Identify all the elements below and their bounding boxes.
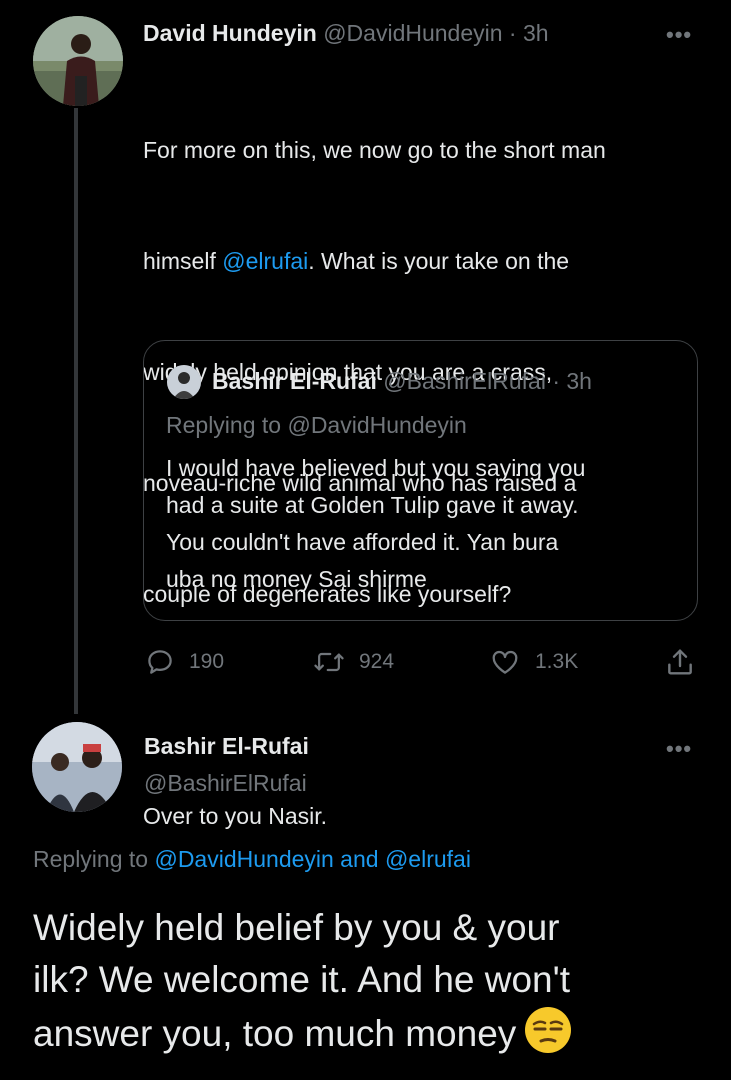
avatar-david-hundeyin[interactable] [33,16,123,106]
tweet2-replying-to: Replying to @DavidHundeyin and @elrufai [33,846,471,872]
tweet1-header: David Hundeyin @DavidHundeyin · 3h [143,20,549,47]
retweet-icon [314,652,344,672]
tweet2-body: Widely held belief by you & your ilk? We… [33,902,723,1060]
quote-author-avatar [167,365,201,399]
tweet1-line: For more on this, we now go to the short… [143,137,606,163]
retweet-count: 924 [359,650,395,673]
quote-body: I would have believed but you saying you… [166,450,686,598]
quote-time: · 3h [552,368,592,394]
mention-davidhundeyin[interactable]: @DavidHundeyin [154,846,333,872]
quote-line: uba no money Sai shirme [166,566,427,592]
share-button[interactable] [664,646,696,678]
quote-replying-to: Replying to @DavidHundeyin [166,412,467,438]
tweet2-line: Widely held belief by you & your [33,907,560,948]
tweet1-author-name[interactable]: David Hundeyin [143,20,317,46]
quote-line: You couldn't have afforded it. Yan bura [166,529,559,555]
share-icon [668,649,692,675]
tweet2-line: ilk? We welcome it. And he won't [33,959,570,1000]
quote-header: Bashir El-Rufai @BashirElRufai · 3h [212,368,592,395]
more-horizontal-icon[interactable]: ••• [666,736,692,761]
like-button[interactable]: 1.3K [489,647,578,677]
retweet-button[interactable]: 924 [313,647,394,677]
avatar-bashir-el-rufai[interactable] [32,722,122,812]
reply-button[interactable]: 190 [145,647,224,677]
thread-line [74,108,78,714]
tweet1-line: Over to you Nasir. [143,803,328,829]
tweet1-handle[interactable]: @DavidHundeyin [323,20,502,46]
heart-icon [492,650,518,674]
tweet1-more-button[interactable]: ••• [666,22,692,48]
like-count: 1.3K [535,650,579,673]
reply-count: 190 [189,650,225,673]
quote-handle: @BashirElRufai [383,368,546,394]
quote-line: I would have believed but you saying you [166,455,586,481]
reply-icon [148,650,172,674]
tweet1-line: himself @elrufai. What is your take on t… [143,248,570,274]
tweet2-handle[interactable]: @BashirElRufai [144,770,307,797]
mention-elrufai[interactable]: @elrufai [385,846,471,872]
quote-replying-handle: @DavidHundeyin [287,412,467,438]
tweet2-author-name[interactable]: Bashir El-Rufai [144,733,309,760]
tweet2-more-button[interactable]: ••• [666,736,692,762]
more-horizontal-icon[interactable]: ••• [666,22,692,47]
unamused-face-emoji-icon [525,1007,572,1053]
mention-elrufai[interactable]: @elrufai [222,248,308,274]
tweet2-line: answer you, too much money [33,1006,723,1060]
quote-line: had a suite at Golden Tulip gave it away… [166,492,579,518]
tweet1-time[interactable]: · 3h [509,20,549,46]
quote-author-name: Bashir El-Rufai [212,368,377,394]
